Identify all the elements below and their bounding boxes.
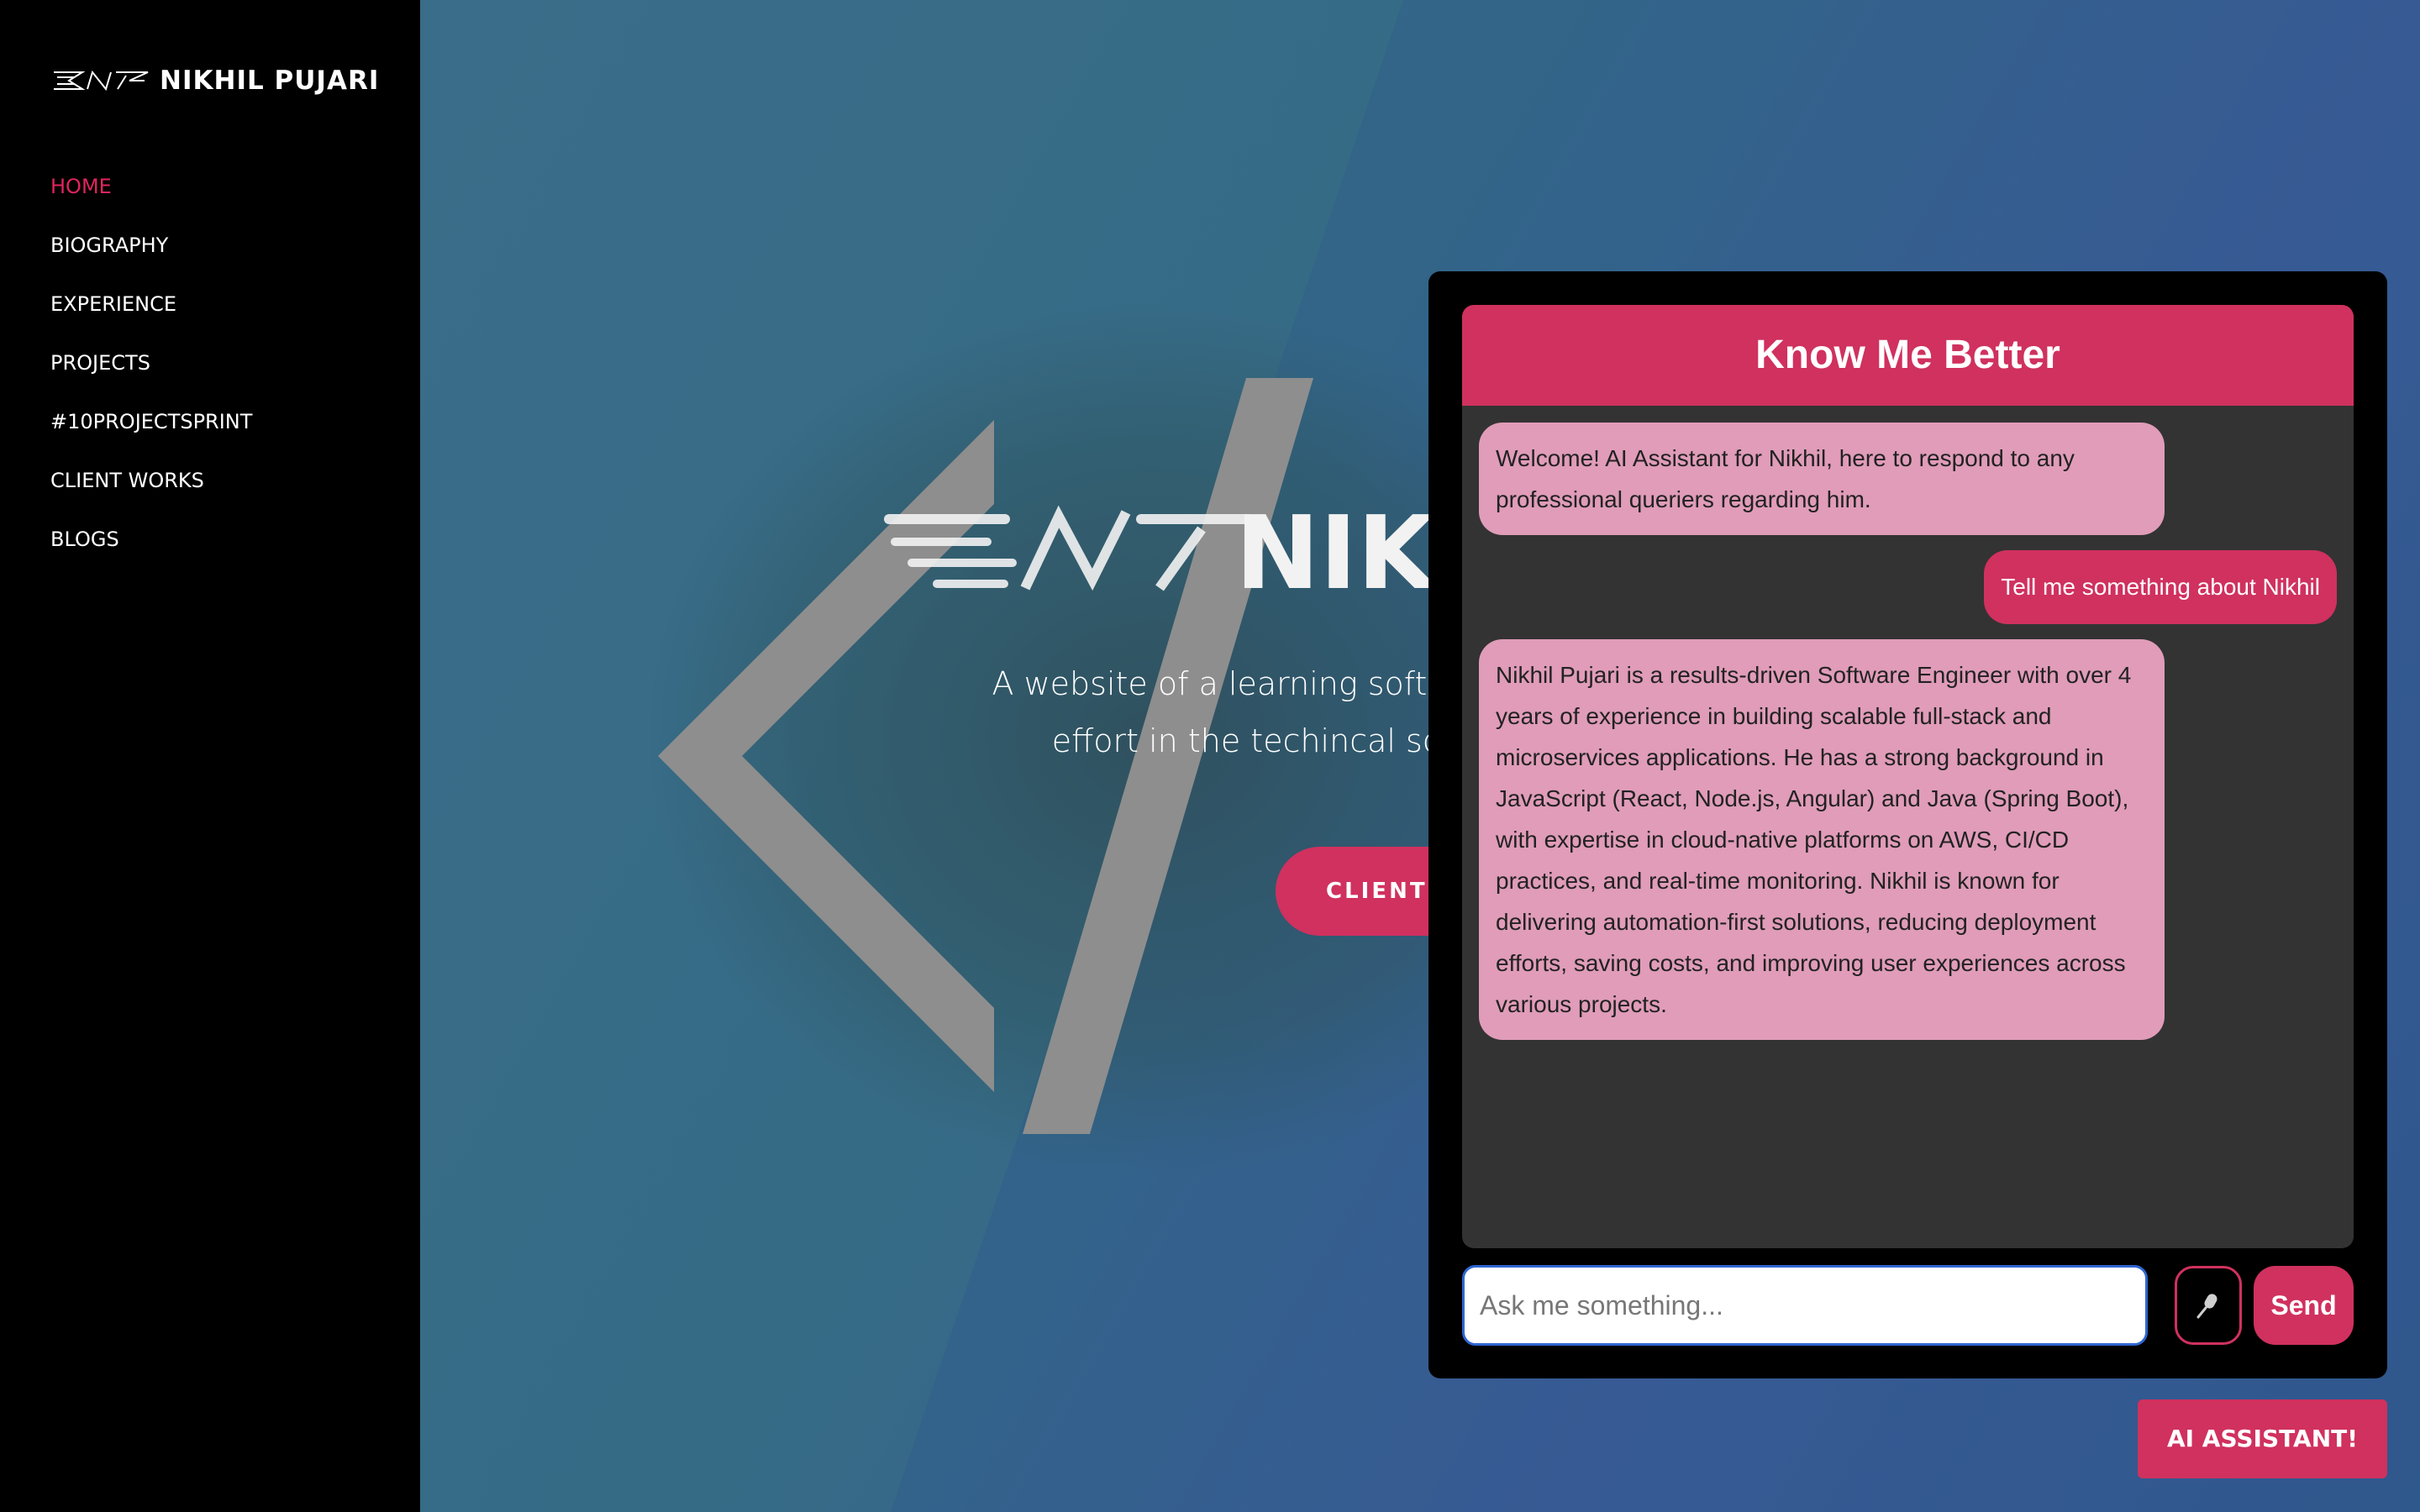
send-button[interactable]: Send	[2254, 1266, 2354, 1345]
chat-input[interactable]	[1462, 1265, 2148, 1346]
chat-title: Know Me Better	[1462, 305, 2354, 406]
nav-item-experience[interactable]: EXPERIENCE	[50, 286, 252, 344]
nav-item-blogs[interactable]: BLOGS	[50, 521, 252, 580]
main-nav: HOME BIOGRAPHY EXPERIENCE PROJECTS #10PR…	[50, 168, 252, 580]
ai-assistant-toggle-button[interactable]: AI ASSISTANT!	[2138, 1399, 2387, 1478]
bot-message: Nikhil Pujari is a results-driven Softwa…	[1479, 639, 2165, 1040]
mic-button[interactable]	[2175, 1266, 2242, 1345]
brand-name: NIKHIL PUJARI	[160, 66, 380, 96]
chat-messages[interactable]: Welcome! AI Assistant for Nikhil, here t…	[1462, 406, 2354, 1248]
sidebar: NIKHIL PUJARI HOME BIOGRAPHY EXPERIENCE …	[0, 0, 420, 1512]
nav-item-projects[interactable]: PROJECTS	[50, 344, 252, 403]
nav-item-10projectsprint[interactable]: #10PROJECTSPRINT	[50, 403, 252, 462]
nav-item-biography[interactable]: BIOGRAPHY	[50, 227, 252, 286]
bot-message: Welcome! AI Assistant for Nikhil, here t…	[1479, 423, 2165, 535]
nav-item-home[interactable]: HOME	[50, 168, 252, 227]
user-message: Tell me something about Nikhil	[1984, 550, 2337, 624]
microphone-icon	[2196, 1294, 2217, 1319]
nav-item-client-works[interactable]: CLIENT WORKS	[50, 462, 252, 521]
chat-panel: Know Me Better Welcome! AI Assistant for…	[1428, 271, 2387, 1378]
brand[interactable]: NIKHIL PUJARI	[50, 64, 379, 97]
nikhil-wing-logo-icon	[54, 70, 149, 92]
